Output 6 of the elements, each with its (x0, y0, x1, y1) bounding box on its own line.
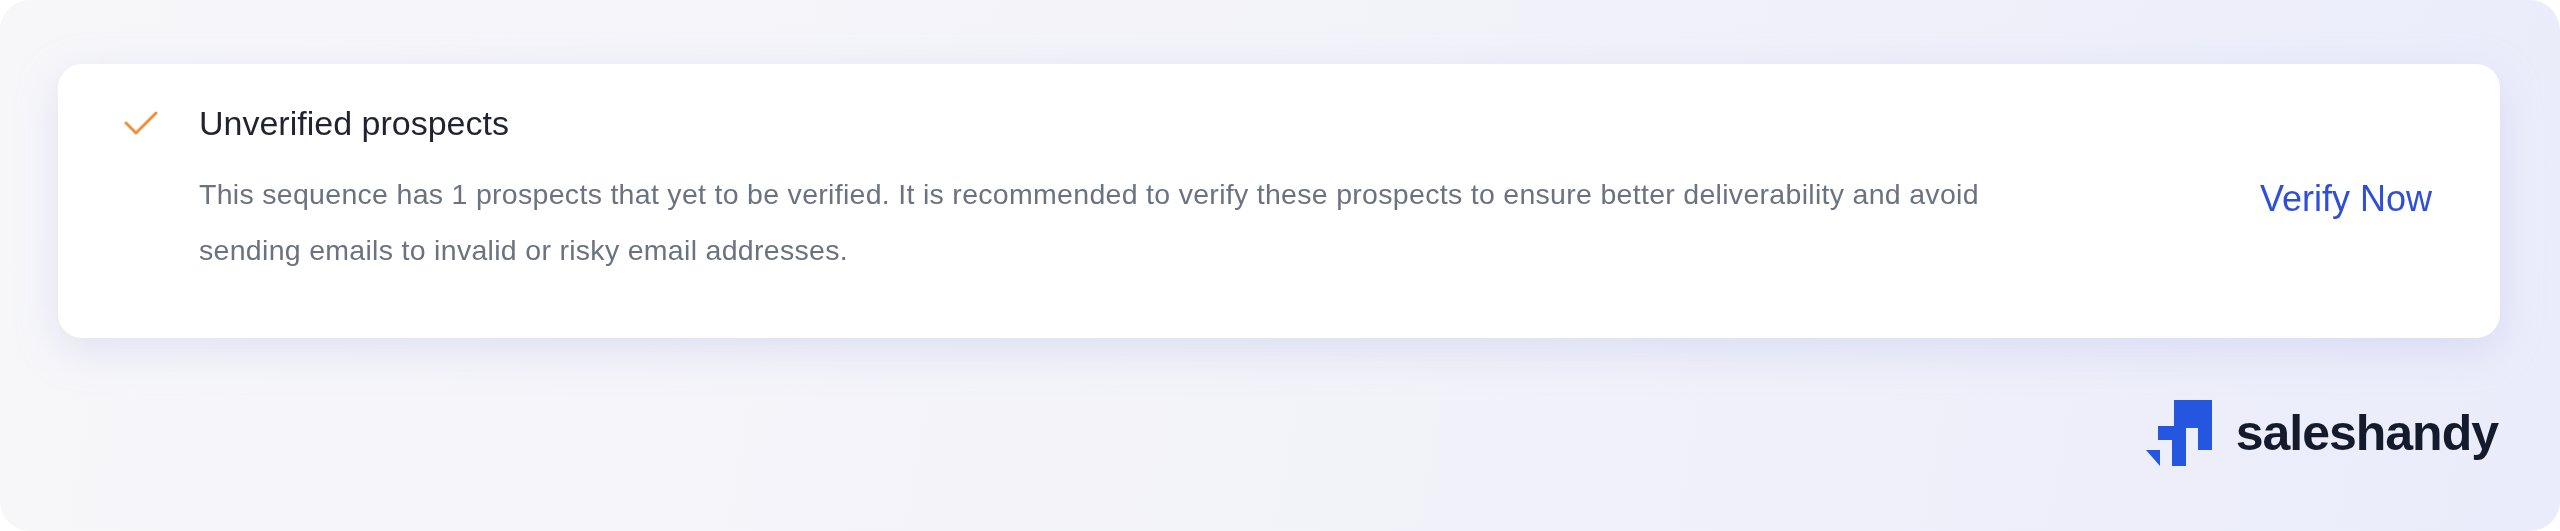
logo-icon (2145, 400, 2212, 466)
verify-now-link[interactable]: Verify Now (2259, 178, 2432, 220)
alert-description: This sequence has 1 prospects that yet to be verified. It is recommended to verify these prospects to ensure better deliverability and avoid sending emails to invalid or risky email addresses. (199, 177, 1980, 268)
alert-title: Unverified prospects (199, 103, 510, 144)
brand-name: saleshandy (2235, 404, 2498, 462)
check-icon (124, 110, 158, 136)
